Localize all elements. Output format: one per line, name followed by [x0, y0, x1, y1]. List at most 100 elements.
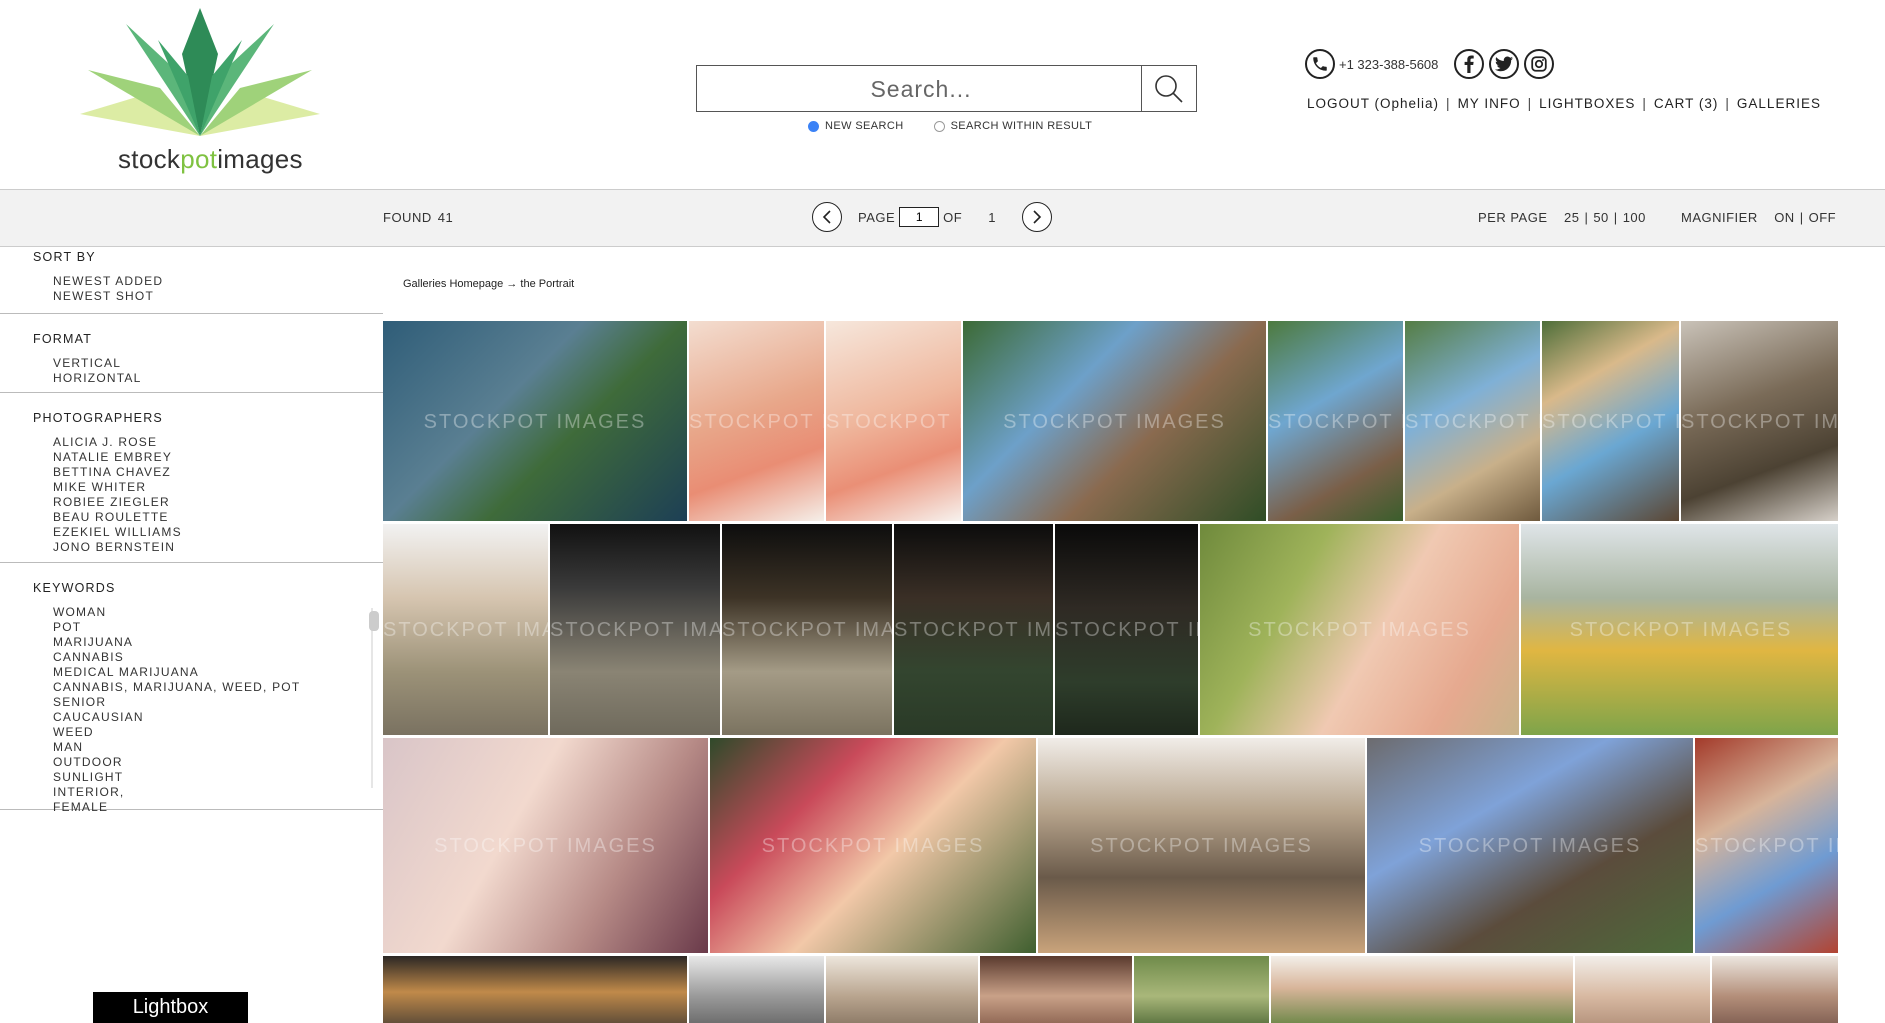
breadcrumb-home-link[interactable]: Galleries Homepage — [403, 278, 503, 290]
keyword-item[interactable]: MEDICAL MARIJUANA — [53, 665, 383, 680]
lightbox-button[interactable]: Lightbox — [93, 992, 248, 1023]
keywords-section: KEYWORDS WOMAN POT MARIJUANA CANNABIS ME… — [0, 563, 383, 814]
magnifier-on[interactable]: ON — [1774, 210, 1795, 225]
gallery-thumbnail[interactable]: STOCKPOT IMAGES — [1038, 738, 1365, 953]
contact-bar: +1 323-388-5608 — [1305, 49, 1555, 79]
photographer-item[interactable]: EZEKIEL WILLIAMS — [53, 525, 383, 540]
gallery-thumbnail[interactable] — [826, 956, 978, 1023]
facebook-icon[interactable] — [1454, 49, 1485, 79]
phone-icon[interactable] — [1305, 49, 1335, 79]
gallery-thumbnail[interactable] — [1134, 956, 1269, 1023]
keyword-item[interactable]: FEMALE — [53, 800, 383, 815]
gallery-thumbnail[interactable]: STOCKPOT IMAGES — [1681, 321, 1838, 521]
stockpot-logo[interactable]: stockpotimages — [72, 4, 328, 176]
gallery-thumbnail[interactable]: STOCKPOT IMAGES — [1695, 738, 1838, 953]
thumbnail-watermark: STOCKPOT IMAGES — [550, 618, 720, 641]
gallery-thumbnail[interactable]: STOCKPOT IMAGES — [826, 321, 961, 521]
keywords-title: KEYWORDS — [33, 581, 116, 595]
keyword-item[interactable]: WEED — [53, 725, 383, 740]
format-horizontal[interactable]: HORIZONTAL — [53, 371, 383, 386]
instagram-icon[interactable] — [1524, 49, 1555, 79]
format-list: VERTICAL HORIZONTAL — [0, 346, 383, 386]
nav-separator: | — [1446, 96, 1451, 111]
gallery-thumbnail[interactable] — [1712, 956, 1838, 1023]
filter-sidebar: SORT BY NEWEST ADDED NEWEST SHOT FORMAT … — [0, 247, 383, 814]
keyword-item[interactable]: POT — [53, 620, 383, 635]
photographers-section: PHOTOGRAPHERS ALICIA J. ROSE NATALIE EMB… — [0, 393, 383, 563]
search-within-radio[interactable]: SEARCH WITHIN RESULT — [933, 120, 1093, 132]
gallery-thumbnail[interactable]: STOCKPOT IMAGES — [710, 738, 1036, 953]
logo-wordmark: stockpotimages — [118, 144, 303, 175]
keyword-item[interactable]: CAUCAUSIAN — [53, 710, 383, 725]
gallery-thumbnail[interactable]: STOCKPOT IMAGES — [1200, 524, 1519, 735]
cart-link[interactable]: CART (3) — [1654, 96, 1719, 111]
magnifier-toggle: MAGNIFIER ON | OFF — [1681, 210, 1836, 225]
photographer-item[interactable]: ALICIA J. ROSE — [53, 435, 383, 450]
thumbnail-watermark: STOCKPOT IMAGES — [1542, 411, 1679, 433]
keywords-scrollbar[interactable] — [369, 611, 379, 631]
per-page-100[interactable]: 100 — [1623, 210, 1646, 225]
gallery-thumbnail[interactable]: STOCKPOT IMAGES — [383, 524, 548, 735]
gallery-thumbnail[interactable] — [1271, 956, 1573, 1023]
galleries-link[interactable]: GALLERIES — [1737, 96, 1821, 111]
per-page-25[interactable]: 25 — [1564, 210, 1579, 225]
chevron-right-icon — [1033, 210, 1042, 224]
photographer-item[interactable]: NATALIE EMBREY — [53, 450, 383, 465]
twitter-icon[interactable] — [1489, 49, 1520, 79]
per-page-50[interactable]: 50 — [1593, 210, 1608, 225]
photographer-item[interactable]: BETTINA CHAVEZ — [53, 465, 383, 480]
keyword-item[interactable]: WOMAN — [53, 605, 383, 620]
keyword-item[interactable]: SENIOR — [53, 695, 383, 710]
social-links — [1454, 49, 1555, 79]
magnifier-off[interactable]: OFF — [1809, 210, 1837, 225]
gallery-thumbnail[interactable] — [1575, 956, 1710, 1023]
site-header: stockpotimages NEW SEARCH SEARCH WITHIN … — [0, 0, 1885, 189]
logout-link[interactable]: LOGOUT (Ophelia) — [1307, 96, 1439, 111]
search-input[interactable] — [697, 66, 1145, 113]
search-mode-options: NEW SEARCH SEARCH WITHIN RESULT — [808, 120, 1092, 132]
photographer-item[interactable]: BEAU ROULETTE — [53, 510, 383, 525]
gallery-thumbnail[interactable]: STOCKPOT IMAGES — [689, 321, 824, 521]
search-button[interactable] — [1141, 66, 1196, 111]
gallery-thumbnail[interactable]: STOCKPOT IMAGES — [550, 524, 720, 735]
keyword-item[interactable]: CANNABIS, MARIJUANA, WEED, POT — [53, 680, 383, 695]
thumbnail-watermark: STOCKPOT IMAGES — [1681, 411, 1838, 433]
gallery-thumbnail[interactable]: STOCKPOT IMAGES — [963, 321, 1266, 521]
sort-newest-shot[interactable]: NEWEST SHOT — [53, 289, 383, 304]
keyword-item[interactable]: CANNABIS — [53, 650, 383, 665]
gallery-thumbnail[interactable]: STOCKPOT IMAGES — [383, 738, 708, 953]
photographer-item[interactable]: MIKE WHITER — [53, 480, 383, 495]
keyword-item[interactable]: SUNLIGHT — [53, 770, 383, 785]
gallery-thumbnail[interactable]: STOCKPOT IMAGES — [1055, 524, 1198, 735]
gallery-thumbnail[interactable]: STOCKPOT IMAGES — [722, 524, 892, 735]
prev-page-button[interactable] — [812, 202, 842, 232]
photographer-item[interactable]: ROBIEE ZIEGLER — [53, 495, 383, 510]
new-search-radio[interactable]: NEW SEARCH — [808, 120, 904, 132]
keyword-item[interactable]: OUTDOOR — [53, 755, 383, 770]
photographers-list: ALICIA J. ROSE NATALIE EMBREY BETTINA CH… — [0, 425, 383, 555]
gallery-thumbnail[interactable]: STOCKPOT IMAGES — [1367, 738, 1693, 953]
gallery-thumbnail[interactable]: STOCKPOT IMAGES — [894, 524, 1053, 735]
gallery-thumbnail[interactable]: STOCKPOT IMAGES — [383, 321, 687, 521]
logo-text-pot: pot — [180, 144, 218, 174]
gallery-thumbnail[interactable]: STOCKPOT IMAGES — [1542, 321, 1679, 521]
gallery-thumbnail[interactable]: STOCKPOT IMAGES — [1405, 321, 1540, 521]
page-number-input[interactable] — [899, 207, 940, 227]
thumbnail-watermark: STOCKPOT IMAGES — [1055, 618, 1198, 641]
my-info-link[interactable]: MY INFO — [1458, 96, 1521, 111]
gallery-thumbnail[interactable] — [689, 956, 824, 1023]
gallery-thumbnail[interactable]: STOCKPOT IMAGES — [1521, 524, 1838, 735]
lightboxes-link[interactable]: LIGHTBOXES — [1539, 96, 1635, 111]
keyword-item[interactable]: INTERIOR, — [53, 785, 383, 800]
sort-newest-added[interactable]: NEWEST ADDED — [53, 274, 383, 289]
logo-text-images: images — [217, 144, 303, 174]
thumbnail-watermark: STOCKPOT IMAGES — [894, 618, 1053, 641]
gallery-thumbnail[interactable]: STOCKPOT IMAGES — [1268, 321, 1403, 521]
next-page-button[interactable] — [1021, 202, 1052, 232]
keyword-item[interactable]: MAN — [53, 740, 383, 755]
gallery-thumbnail[interactable] — [980, 956, 1132, 1023]
format-vertical[interactable]: VERTICAL — [53, 356, 383, 371]
gallery-thumbnail[interactable] — [383, 956, 687, 1023]
keyword-item[interactable]: MARIJUANA — [53, 635, 383, 650]
photographer-item[interactable]: JONO BERNSTEIN — [53, 540, 383, 555]
